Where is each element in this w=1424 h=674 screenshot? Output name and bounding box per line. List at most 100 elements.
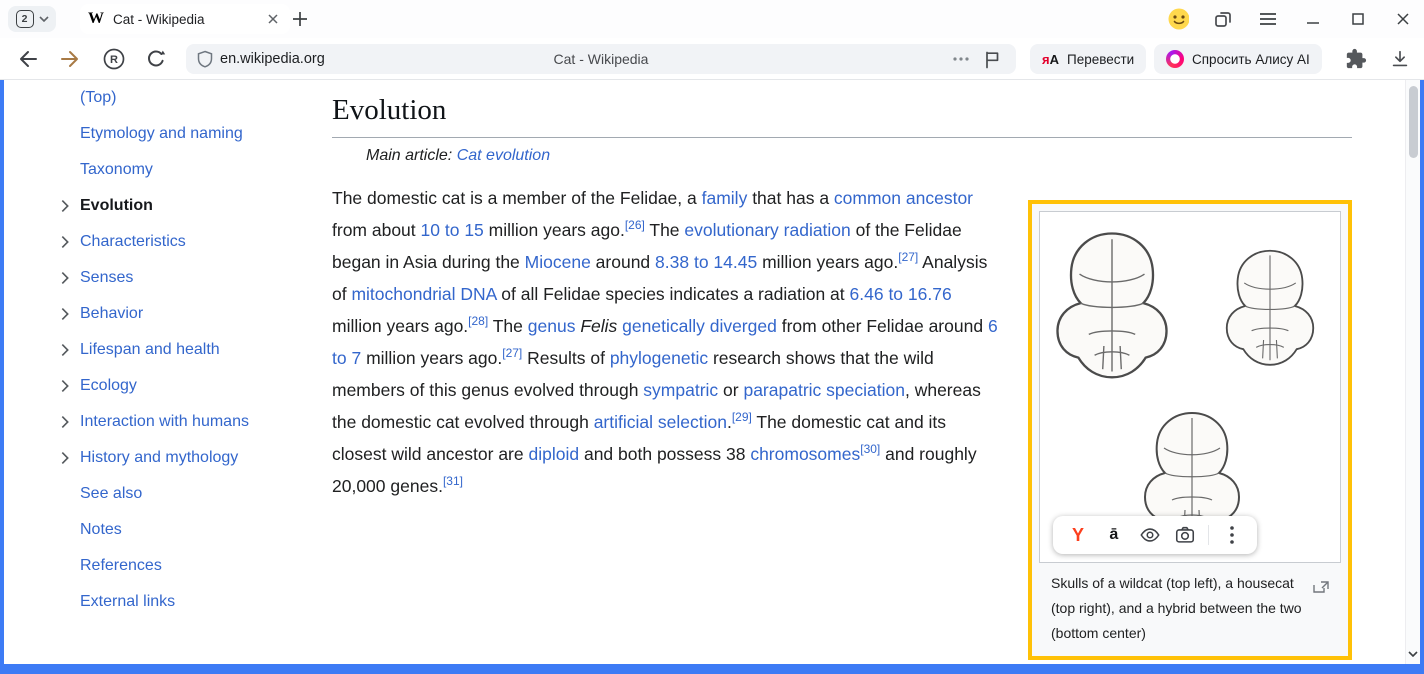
wiki-link[interactable]: common ancestor <box>834 188 973 208</box>
reference-link: [26] <box>625 218 645 232</box>
minimize-icon[interactable] <box>1302 8 1324 30</box>
chevron-right-icon[interactable] <box>56 232 80 252</box>
extensions-puzzle-icon[interactable] <box>1344 47 1368 71</box>
reference-anchor[interactable]: [27] <box>898 250 918 264</box>
wiki-link[interactable]: mitochondrial DNA <box>351 284 496 304</box>
wiki-link[interactable]: sympatric <box>643 380 718 400</box>
wiki-link[interactable]: artificial selection <box>594 412 727 432</box>
chevron-right-icon[interactable] <box>56 376 80 396</box>
chevron-placeholder <box>56 88 80 108</box>
chevron-placeholder <box>56 520 80 540</box>
more-dots-icon[interactable] <box>952 51 970 67</box>
wiki-link[interactable]: 10 to 15 <box>421 220 484 240</box>
skulls-image[interactable]: Y ā <box>1039 211 1341 563</box>
profile-avatar-emoji-icon[interactable] <box>1167 8 1189 30</box>
scroll-down-icon[interactable] <box>1406 647 1420 661</box>
scrollbar-thumb[interactable] <box>1409 86 1418 158</box>
sidebar-item-lifespan-and-health[interactable]: Lifespan and health <box>4 332 316 368</box>
sidebar-item-etymology-and-naming[interactable]: Etymology and naming <box>4 116 316 152</box>
reference-link: [29] <box>732 410 752 424</box>
browser-tab[interactable]: W Cat - Wikipedia <box>80 4 290 34</box>
reference-link: [27] <box>502 346 522 360</box>
yandex-icon[interactable]: Y <box>1065 522 1091 548</box>
wiki-link[interactable]: 8.38 to 14.45 <box>655 252 757 272</box>
circle-r-icon[interactable]: R <box>102 47 126 71</box>
chevron-right-icon[interactable] <box>56 268 80 288</box>
reference-anchor[interactable]: [28] <box>468 314 488 328</box>
eye-icon[interactable] <box>1137 522 1163 548</box>
bookmark-flag-icon[interactable] <box>982 49 1002 69</box>
reference-link: [31] <box>443 474 463 488</box>
more-vertical-icon[interactable] <box>1219 522 1245 548</box>
address-bar-page-title: Cat - Wikipedia <box>186 44 1016 74</box>
navigation-toolbar: R en.wikipedia.org Cat - Wikipedia яA Пе… <box>0 38 1424 80</box>
reload-icon[interactable] <box>144 47 168 71</box>
wiki-link[interactable]: genetically diverged <box>622 316 777 336</box>
wiki-link[interactable]: phylogenetic <box>610 348 708 368</box>
reference-anchor[interactable]: [31] <box>443 474 463 488</box>
docked-windows-icon[interactable] <box>1212 8 1234 30</box>
sidebar-item-see-also[interactable]: See also <box>4 476 316 512</box>
translate-button[interactable]: яA Перевести <box>1030 44 1146 74</box>
tab-close-icon[interactable] <box>264 10 282 28</box>
reference-anchor[interactable]: [29] <box>732 410 752 424</box>
address-bar[interactable]: en.wikipedia.org Cat - Wikipedia <box>186 44 1016 74</box>
menu-icon[interactable] <box>1257 8 1279 30</box>
window-controls <box>1167 0 1414 38</box>
sidebar-item-interaction-with-humans[interactable]: Interaction with humans <box>4 404 316 440</box>
tab-title: Cat - Wikipedia <box>113 12 264 27</box>
chevron-right-icon[interactable] <box>56 304 80 324</box>
sidebar-item-history-and-mythology[interactable]: History and mythology <box>4 440 316 476</box>
wiki-link[interactable]: speciation <box>826 380 905 400</box>
reference-anchor[interactable]: [30] <box>860 442 880 456</box>
wiki-link[interactable]: Miocene <box>525 252 591 272</box>
sidebar-item-senses[interactable]: Senses <box>4 260 316 296</box>
sidebar-item-label: Senses <box>80 269 133 287</box>
sidebar-item-external-links[interactable]: External links <box>4 584 316 620</box>
wiki-link[interactable]: diploid <box>528 444 579 464</box>
wiki-link[interactable]: parapatric <box>743 380 821 400</box>
hatnote-link[interactable]: Cat evolution <box>457 147 550 164</box>
reference-anchor[interactable]: [26] <box>625 218 645 232</box>
chevron-right-icon[interactable] <box>56 340 80 360</box>
tab-bar: 2 W Cat - Wikipedia <box>0 0 1424 38</box>
forward-icon[interactable] <box>58 47 82 71</box>
downloads-icon[interactable] <box>1388 47 1412 71</box>
wiki-link[interactable]: evolutionary radiation <box>684 220 850 240</box>
sidebar-item-label: Evolution <box>80 197 153 215</box>
wiki-link[interactable]: chromosomes <box>750 444 860 464</box>
sidebar-item-ecology[interactable]: Ecology <box>4 368 316 404</box>
sidebar-item-references[interactable]: References <box>4 548 316 584</box>
sidebar-item-behavior[interactable]: Behavior <box>4 296 316 332</box>
sidebar-item-characteristics[interactable]: Characteristics <box>4 224 316 260</box>
sidebar-item-label: See also <box>80 485 142 503</box>
enlarge-icon[interactable] <box>1313 576 1329 601</box>
scrollbar[interactable] <box>1405 80 1420 664</box>
chevron-right-icon[interactable] <box>56 412 80 432</box>
sidebar-item-taxonomy[interactable]: Taxonomy <box>4 152 316 188</box>
chevron-right-icon[interactable] <box>56 448 80 468</box>
image-caption-text: Skulls of a wildcat (top left), a housec… <box>1051 575 1302 641</box>
sidebar-item-evolution[interactable]: Evolution <box>4 188 316 224</box>
paragraph-text: million years ago. <box>361 348 502 368</box>
back-icon[interactable] <box>16 47 40 71</box>
window-close-icon[interactable] <box>1392 8 1414 30</box>
translate-icon[interactable]: ā <box>1101 522 1127 548</box>
wiki-link[interactable]: genus <box>528 316 576 336</box>
sidebar-item-label: History and mythology <box>80 449 238 467</box>
chevron-placeholder <box>56 592 80 612</box>
sidebar-item-notes[interactable]: Notes <box>4 512 316 548</box>
svg-text:R: R <box>110 54 118 66</box>
maximize-icon[interactable] <box>1347 8 1369 30</box>
chevron-right-icon[interactable] <box>56 196 80 216</box>
tab-count-button[interactable]: 2 <box>8 6 56 32</box>
wiki-link[interactable]: 6.46 to 16.76 <box>850 284 952 304</box>
reference-anchor[interactable]: [27] <box>502 346 522 360</box>
sidebar-item-top[interactable]: (Top) <box>4 80 316 116</box>
new-tab-icon[interactable] <box>288 7 312 31</box>
camera-search-icon[interactable] <box>1172 522 1198 548</box>
ask-alice-button[interactable]: Спросить Алису AI <box>1154 44 1322 74</box>
wiki-link[interactable]: family <box>702 188 748 208</box>
ask-alice-button-label: Спросить Алису AI <box>1192 52 1310 67</box>
paragraph-text: around <box>591 252 655 272</box>
